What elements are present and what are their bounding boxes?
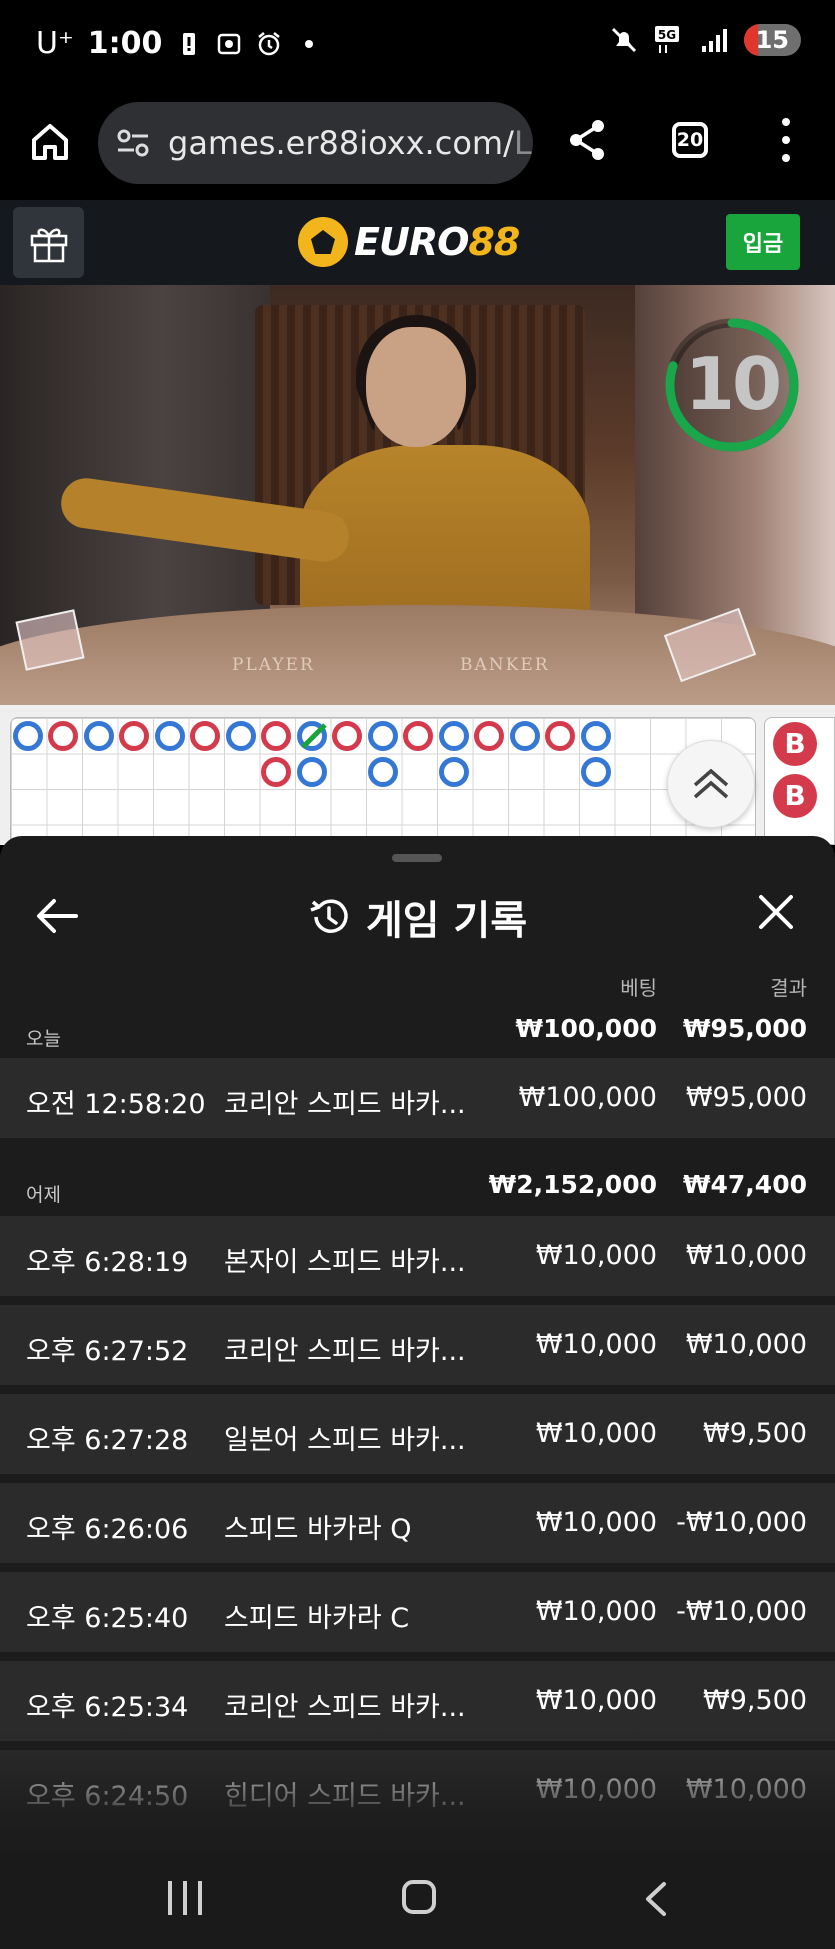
address-bar[interactable]: games.er88ioxx.com/Lau	[98, 102, 533, 184]
column-header-bet: 베팅	[620, 976, 657, 1000]
tab-switcher-button[interactable]: 20	[672, 122, 708, 158]
countdown-number: 10	[684, 342, 782, 426]
site-logo[interactable]: EURO88	[298, 212, 520, 272]
drag-handle[interactable]	[392, 854, 442, 862]
home-nav-icon[interactable]	[402, 1880, 436, 1914]
bead-banker	[545, 721, 575, 751]
mute-icon	[611, 27, 636, 53]
bead-player	[297, 757, 327, 787]
bead-player	[439, 757, 469, 787]
bead-banker	[48, 721, 78, 751]
banker-chip: B	[773, 722, 817, 766]
site-settings-icon[interactable]	[116, 128, 150, 158]
bead-banker	[119, 721, 149, 751]
bead-player	[84, 721, 114, 751]
clock: 1:00	[87, 26, 163, 61]
scoreboard: B B	[0, 705, 835, 845]
status-bar: U⁺ 1:00 5G 15	[0, 0, 835, 92]
gift-icon	[30, 228, 67, 262]
history-row[interactable]: 오후 6:25:40 스피드 바카라 C ₩10,000 -₩10,000	[0, 1572, 835, 1652]
bead-player	[368, 757, 398, 787]
browser-toolbar: games.er88ioxx.com/Lau 20	[0, 92, 835, 200]
close-icon[interactable]	[756, 892, 796, 932]
history-row[interactable]: 오후 6:24:50 힌디어 스피드 바카... ₩10,000 ₩10,000	[0, 1750, 835, 1830]
column-header-result: 결과	[770, 976, 807, 1000]
bead-player	[581, 721, 611, 751]
history-row[interactable]: 오후 6:28:19 본자이 스피드 바카... ₩10,000 ₩10,000	[0, 1216, 835, 1296]
game-history-sheet: 게임 기록 베팅 결과 오늘 ₩100,000 ₩95,000 오전 12:58…	[0, 836, 835, 1851]
recents-icon[interactable]	[168, 1881, 202, 1915]
bead-banker	[261, 757, 291, 787]
share-icon[interactable]	[566, 118, 608, 162]
tie-mark	[301, 723, 327, 749]
history-row[interactable]: 오전 12:58:20 코리안 스피드 바카... ₩100,000 ₩95,0…	[0, 1058, 835, 1138]
bead-banker	[190, 721, 220, 751]
big-road-preview: B B	[764, 717, 835, 845]
group-result-total: ₩47,400	[682, 1170, 807, 1199]
signal-icon	[701, 29, 727, 52]
group-header-yesterday: 어제 ₩2,152,000 ₩47,400	[26, 1170, 807, 1206]
more-menu-icon[interactable]	[776, 118, 796, 162]
live-dealer-video[interactable]: PLAYER BANKER 10	[0, 285, 835, 705]
site-header: EURO88 입금	[0, 200, 835, 285]
screenshot-icon	[218, 33, 241, 54]
bead-banker	[261, 721, 291, 751]
battery-indicator: 15	[743, 24, 801, 56]
back-nav-icon[interactable]	[640, 1881, 670, 1917]
table-label-player: PLAYER	[232, 655, 315, 675]
bead-player	[510, 721, 540, 751]
history-row[interactable]: 오후 6:27:28 일본어 스피드 바카... ₩10,000 ₩9,500	[0, 1394, 835, 1474]
bead-player	[368, 721, 398, 751]
home-icon[interactable]	[28, 120, 72, 164]
sheet-header: 게임 기록	[0, 876, 835, 956]
history-row[interactable]: 오후 6:25:34 코리안 스피드 바카... ₩10,000 ₩9,500	[0, 1661, 835, 1741]
bead-player	[13, 721, 43, 751]
bead-player	[226, 721, 256, 751]
svg-text:5G: 5G	[657, 28, 675, 42]
url-text: games.er88ioxx.com/Lau	[168, 124, 533, 162]
double-chevron-up-icon	[693, 768, 729, 799]
alert-icon	[183, 32, 196, 55]
sheet-title: 게임 기록	[366, 898, 528, 944]
notification-dot-icon	[305, 39, 314, 48]
bead-banker	[474, 721, 504, 751]
bead-player	[439, 721, 469, 751]
history-row[interactable]: 오후 6:27:52 코리안 스피드 바카... ₩10,000 ₩10,000	[0, 1305, 835, 1385]
alarm-icon	[258, 31, 281, 55]
carrier-label: U⁺	[36, 26, 74, 61]
soccer-ball-icon	[298, 217, 348, 267]
table-label-banker: BANKER	[460, 655, 550, 675]
bead-player	[155, 721, 185, 751]
group-result-total: ₩95,000	[682, 1014, 807, 1043]
history-row[interactable]: 오후 6:26:06 스피드 바카라 Q ₩10,000 -₩10,000	[0, 1483, 835, 1563]
group-bet-total: ₩100,000	[515, 1014, 657, 1043]
group-bet-total: ₩2,152,000	[488, 1170, 657, 1199]
bead-road	[10, 717, 756, 845]
bead-banker	[332, 721, 362, 751]
network-5g-icon: 5G	[654, 26, 679, 53]
bead-banker	[403, 721, 433, 751]
expand-up-button[interactable]	[667, 740, 755, 828]
system-nav-bar	[0, 1851, 835, 1949]
banker-chip: B	[773, 774, 817, 818]
gift-button[interactable]	[13, 207, 84, 278]
history-icon	[310, 899, 348, 933]
group-header-today: 오늘 ₩100,000 ₩95,000	[26, 1014, 807, 1050]
bead-player	[581, 757, 611, 787]
deposit-button[interactable]: 입금	[726, 214, 800, 270]
back-arrow-icon[interactable]	[34, 896, 80, 936]
